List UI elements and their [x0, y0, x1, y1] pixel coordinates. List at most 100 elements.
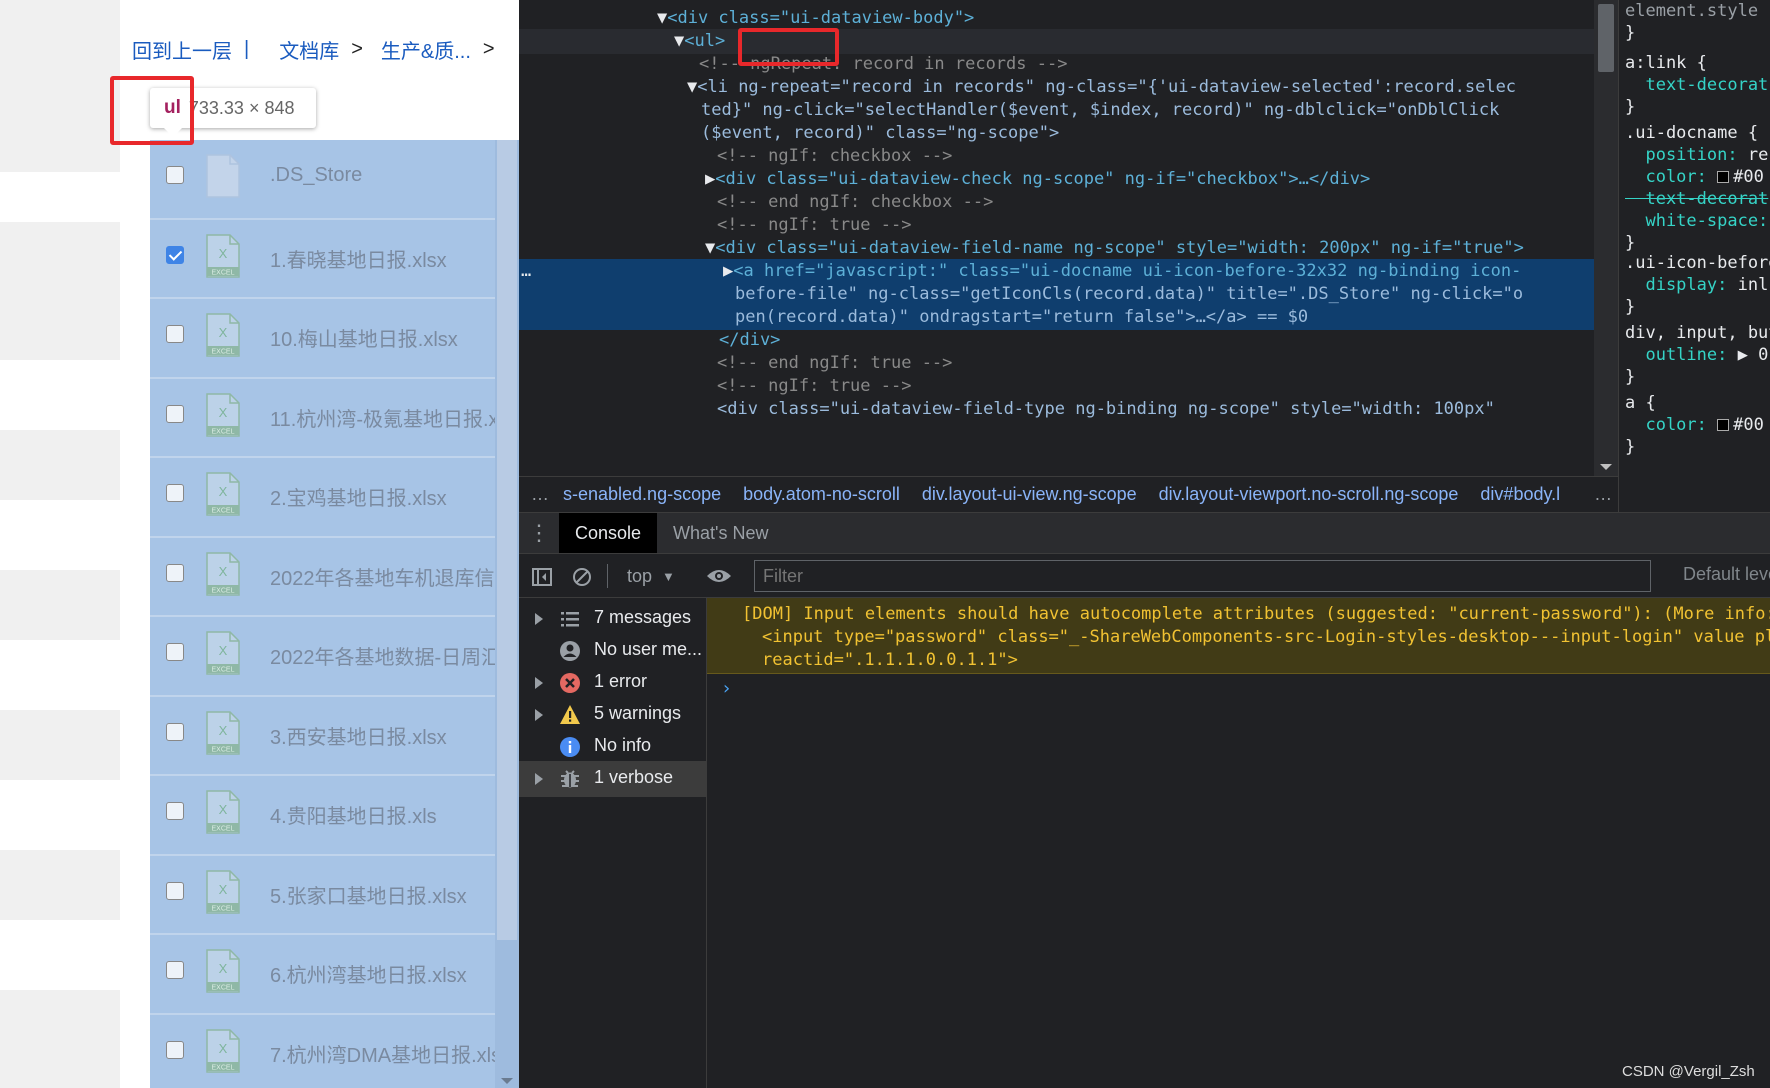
- style-rule-line[interactable]: }: [1625, 96, 1635, 118]
- file-name[interactable]: 2022年各基地数据-日周汇: [270, 641, 495, 670]
- console-sidebar-item[interactable]: 7 messages: [519, 601, 707, 637]
- file-checkbox[interactable]: [166, 563, 184, 582]
- file-row[interactable]: .DS_Store: [150, 140, 495, 220]
- console-sidebar-item[interactable]: 5 warnings: [519, 697, 707, 733]
- file-row[interactable]: X EXCEL 7.杭州湾DMA基地日报.xls: [150, 1015, 495, 1088]
- console-prompt-icon[interactable]: ›: [721, 678, 732, 699]
- file-name[interactable]: 1.春晓基地日报.xlsx: [270, 244, 447, 273]
- scrollbar-thumb[interactable]: [497, 140, 517, 940]
- expand-triangle-icon[interactable]: [535, 677, 543, 689]
- console-sidebar-item[interactable]: 1 error: [519, 665, 707, 701]
- style-rule-line[interactable]: .ui-icon-before: [1625, 252, 1770, 274]
- file-name[interactable]: 2022年各基地车机退库信.: [270, 562, 495, 591]
- style-rule-line[interactable]: }: [1625, 366, 1635, 388]
- breadcrumb-back-link[interactable]: 回到上一层: [132, 35, 232, 64]
- style-rule-line[interactable]: }: [1625, 22, 1635, 44]
- dom-comment[interactable]: <!-- ngIf: true -->: [519, 374, 1594, 399]
- collapse-triangle-icon[interactable]: ▼: [519, 77, 697, 97]
- file-checkbox[interactable]: [166, 643, 184, 661]
- dom-breadcrumb-item[interactable]: div.layout-ui-view.ng-scope: [922, 484, 1137, 505]
- file-row[interactable]: X EXCEL 3.西安基地日报.xlsx: [150, 697, 495, 776]
- style-rule-line[interactable]: element.style {: [1625, 0, 1770, 22]
- style-rule-line[interactable]: .ui-docname {: [1625, 122, 1758, 144]
- file-row[interactable]: X EXCEL 4.贵阳基地日报.xls: [150, 776, 495, 856]
- style-rule-line[interactable]: a:link {: [1625, 52, 1707, 74]
- dom-close-tag[interactable]: </div>: [519, 328, 1594, 353]
- dom-node-line[interactable]: ▶<div class="ui-dataview-check ng-scope"…: [519, 167, 1594, 192]
- file-name[interactable]: 11.杭州湾-极氪基地日报.x: [270, 403, 495, 432]
- file-row[interactable]: X EXCEL 5.张家口基地日报.xlsx: [150, 856, 495, 935]
- file-checkbox[interactable]: [166, 722, 184, 741]
- dom-breadcrumb-item[interactable]: s-enabled.ng-scope: [563, 484, 721, 505]
- dom-node-line[interactable]: ▼<div class="ui-dataview-body">: [519, 6, 1594, 31]
- file-checkbox[interactable]: [166, 166, 184, 184]
- breadcrumb-more-icon[interactable]: …: [531, 484, 549, 505]
- style-rule-line[interactable]: color: #00: [1625, 414, 1763, 436]
- dom-node-line-ul[interactable]: ▼<ul>: [519, 29, 1594, 54]
- context-selector[interactable]: top ▼: [627, 554, 675, 598]
- file-name[interactable]: 10.梅山基地日报.xlsx: [270, 323, 458, 352]
- elements-scrollbar[interactable]: [1594, 0, 1618, 476]
- style-rule-line[interactable]: text-decorat: [1625, 188, 1768, 210]
- filter-input[interactable]: [754, 560, 1651, 592]
- dom-comment[interactable]: <!-- ngIf: checkbox -->: [519, 144, 1594, 169]
- style-rule-line[interactable]: white-space:: [1625, 210, 1768, 232]
- ellipsis-icon[interactable]: …: [521, 259, 531, 284]
- scrollbar-thumb[interactable]: [1598, 4, 1614, 72]
- clear-console-icon[interactable]: [571, 566, 593, 588]
- dom-node-line-li[interactable]: ▼<li ng-repeat="record in records" ng-cl…: [519, 75, 1594, 100]
- color-swatch-icon[interactable]: [1717, 419, 1730, 431]
- file-checkbox[interactable]: [166, 404, 184, 423]
- dom-breadcrumb-item[interactable]: div.layout-viewport.no-scroll.ng-scope: [1159, 484, 1459, 505]
- dom-node-line[interactable]: ▼<div class="ui-dataview-field-name ng-s…: [519, 236, 1594, 261]
- color-swatch-icon[interactable]: [1717, 171, 1730, 183]
- breadcrumb-folder-link[interactable]: 生产&质...: [381, 35, 471, 64]
- expand-triangle-icon[interactable]: [535, 709, 543, 721]
- file-name[interactable]: 6.杭州湾基地日报.xlsx: [270, 959, 467, 988]
- expand-triangle-icon[interactable]: [535, 613, 543, 625]
- breadcrumb-more-icon[interactable]: …: [1594, 484, 1612, 505]
- expand-triangle-icon[interactable]: [535, 773, 543, 785]
- dom-breadcrumb-item[interactable]: div#body.l: [1480, 484, 1560, 505]
- tab-console[interactable]: Console: [559, 513, 658, 553]
- dom-comment[interactable]: <!-- ngIf: true -->: [519, 213, 1594, 238]
- style-rule-line[interactable]: div, input, but: [1625, 322, 1770, 344]
- collapse-triangle-icon[interactable]: ▼: [519, 238, 715, 258]
- file-name[interactable]: 5.张家口基地日报.xlsx: [270, 880, 467, 909]
- file-checkbox[interactable]: [166, 245, 184, 264]
- file-checkbox[interactable]: [166, 961, 184, 979]
- file-list-scrollbar[interactable]: [495, 140, 519, 1088]
- style-rule-line[interactable]: color: #00: [1625, 166, 1763, 188]
- collapse-triangle-icon[interactable]: ▼: [519, 8, 667, 28]
- file-name[interactable]: 2.宝鸡基地日报.xlsx: [270, 482, 447, 511]
- file-name[interactable]: 3.西安基地日报.xlsx: [270, 721, 447, 750]
- style-rule-line[interactable]: display: inl: [1625, 274, 1768, 296]
- collapse-triangle-icon[interactable]: ▼: [519, 31, 684, 51]
- file-name[interactable]: 7.杭州湾DMA基地日报.xls: [270, 1039, 495, 1068]
- style-rule-line[interactable]: }: [1625, 232, 1635, 254]
- file-checkbox[interactable]: [166, 1040, 184, 1059]
- dom-comment[interactable]: <!-- ngRepeat: record in records -->: [519, 52, 1594, 77]
- expand-triangle-icon[interactable]: ▶: [519, 169, 715, 189]
- selected-dom-node[interactable]: … ▶<a href="javascript:" class="ui-docnam…: [519, 259, 1594, 284]
- file-row[interactable]: X EXCEL 10.梅山基地日报.xlsx: [150, 299, 495, 379]
- file-name[interactable]: .DS_Store: [270, 164, 362, 187]
- console-sidebar-item[interactable]: No user me...: [519, 633, 707, 669]
- live-expression-eye-icon[interactable]: [706, 567, 732, 585]
- tab-whats-new[interactable]: What's New: [657, 513, 784, 553]
- file-checkbox[interactable]: [166, 802, 184, 820]
- file-checkbox[interactable]: [166, 484, 184, 502]
- style-rule-line[interactable]: outline: ▶ 0;: [1625, 344, 1770, 366]
- dom-comment[interactable]: <!-- end ngIf: true -->: [519, 351, 1594, 376]
- drawer-menu-icon[interactable]: ⋮: [519, 520, 559, 546]
- file-row[interactable]: X EXCEL 2022年各基地数据-日周汇: [150, 617, 495, 697]
- breadcrumb-root-link[interactable]: 文档库: [279, 35, 339, 64]
- sidebar-toggle-icon[interactable]: [531, 566, 553, 588]
- log-levels-dropdown[interactable]: Default leve: [1683, 564, 1770, 585]
- dom-comment[interactable]: <!-- end ngIf: checkbox -->: [519, 190, 1594, 215]
- style-rule-line[interactable]: }: [1625, 296, 1635, 318]
- scroll-down-arrow-icon[interactable]: [501, 1078, 513, 1084]
- dom-node-line[interactable]: <div class="ui-dataview-field-type ng-bi…: [519, 397, 1594, 422]
- style-rule-line[interactable]: a {: [1625, 392, 1656, 414]
- file-checkbox[interactable]: [166, 881, 184, 900]
